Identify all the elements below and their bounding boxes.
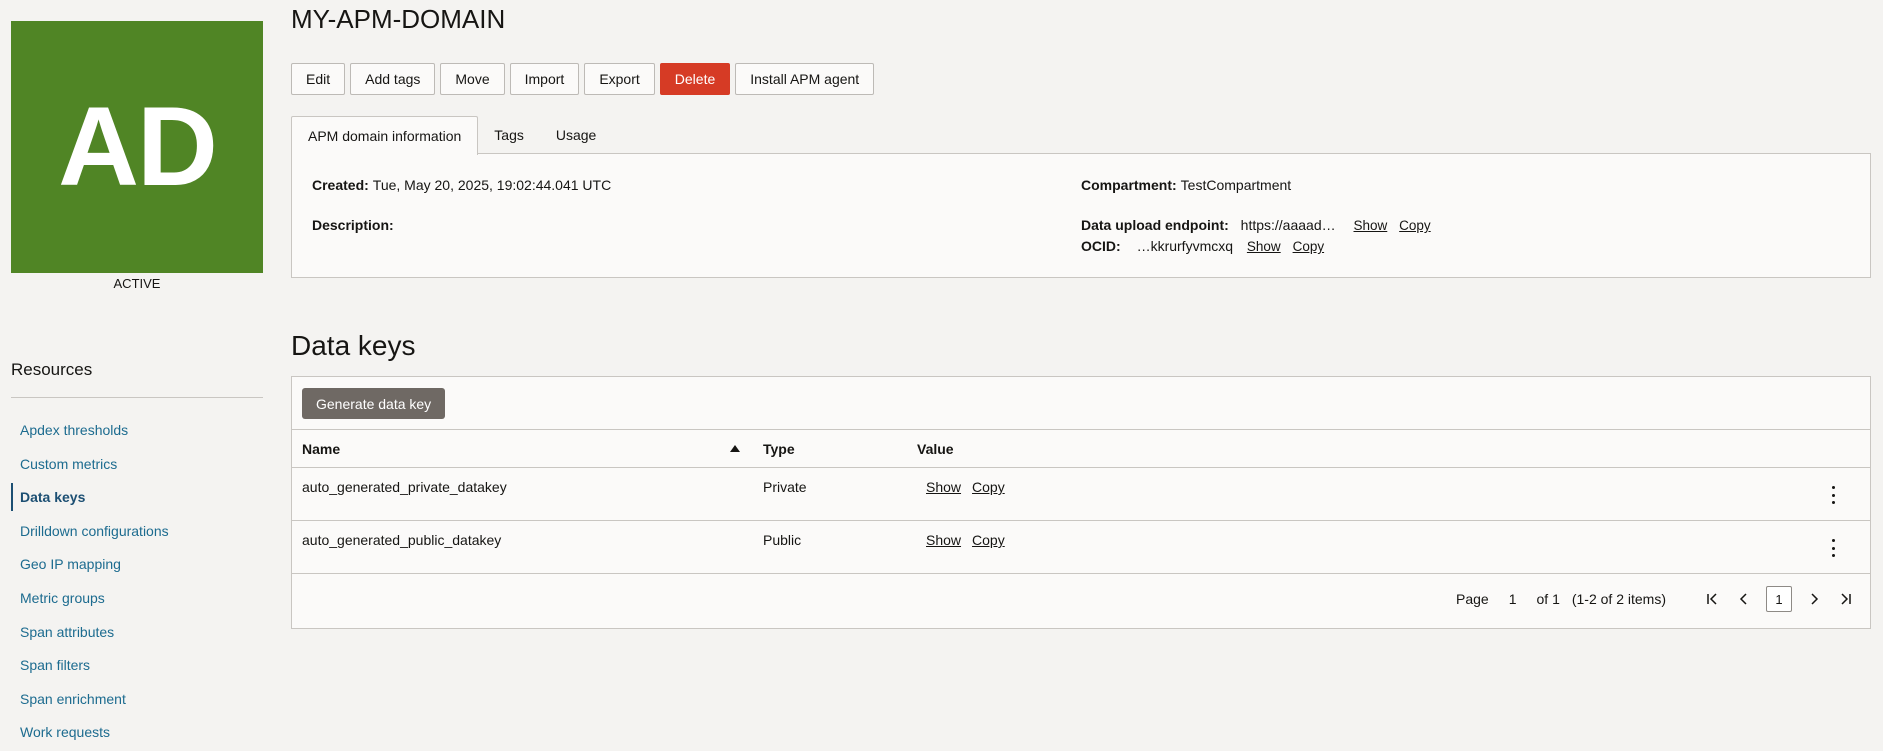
install-apm-agent-button[interactable]: Install APM agent xyxy=(735,63,875,95)
detail-tabs: APM domain information Tags Usage xyxy=(291,116,612,155)
endpoint-value: https://aaaad… xyxy=(1240,217,1336,233)
column-header-name[interactable]: Name xyxy=(302,441,340,457)
datakey-show-link[interactable]: Show xyxy=(926,532,961,548)
import-button[interactable]: Import xyxy=(509,63,580,95)
tab-usage[interactable]: Usage xyxy=(540,116,612,154)
datakey-value: Show Copy xyxy=(926,479,1016,495)
domain-info-panel: Created: Tue, May 20, 2025, 19:02:44.041 … xyxy=(291,153,1871,278)
resource-item-span-attributes[interactable]: Span attributes xyxy=(11,617,263,651)
previous-page-icon[interactable] xyxy=(1734,589,1754,609)
status-badge: ACTIVE xyxy=(113,276,161,291)
datakey-type: Private xyxy=(763,479,807,495)
description-field: Description: xyxy=(312,217,398,233)
resource-item-geo-ip-mapping[interactable]: Geo IP mapping xyxy=(11,549,263,583)
page-number: 1 xyxy=(1508,591,1517,607)
datakey-name: auto_generated_public_datakey xyxy=(302,532,502,548)
generate-data-key-button[interactable]: Generate data key xyxy=(302,388,446,419)
tab-apm-domain-information[interactable]: APM domain information xyxy=(291,116,479,155)
resources-divider xyxy=(11,397,263,398)
current-page-box[interactable]: 1 xyxy=(1766,586,1792,612)
column-header-type: Type xyxy=(763,441,795,457)
resource-item-custom-metrics[interactable]: Custom metrics xyxy=(11,449,263,483)
data-keys-heading: Data keys xyxy=(291,330,416,361)
resource-item-apdex-thresholds[interactable]: Apdex thresholds xyxy=(11,415,263,449)
resource-item-span-filters[interactable]: Span filters xyxy=(11,650,263,684)
next-page-icon[interactable] xyxy=(1804,589,1824,609)
items-count: (1-2 of 2 items) xyxy=(1571,591,1666,607)
created-field: Created: Tue, May 20, 2025, 19:02:44.041 … xyxy=(312,177,611,193)
row-actions-menu-icon[interactable] xyxy=(1827,539,1839,557)
add-tags-button[interactable]: Add tags xyxy=(350,63,436,95)
page-title: MY-APM-DOMAIN xyxy=(291,4,506,34)
ocid-label: OCID: xyxy=(1081,238,1121,254)
edit-button[interactable]: Edit xyxy=(291,63,346,95)
endpoint-show-link[interactable]: Show xyxy=(1354,218,1388,233)
resource-item-drilldown-configurations[interactable]: Drilldown configurations xyxy=(11,516,263,550)
last-page-icon[interactable] xyxy=(1836,589,1856,609)
avatar-initials: AD xyxy=(58,84,218,209)
table-row: auto_generated_public_datakey Public Sho… xyxy=(292,521,1870,574)
data-keys-panel: Generate data key Name Type Value auto_g… xyxy=(291,376,1871,629)
datakey-value: Show Copy xyxy=(926,532,1016,548)
resource-item-span-enrichment[interactable]: Span enrichment xyxy=(11,684,263,718)
resource-item-work-requests[interactable]: Work requests xyxy=(11,717,263,751)
ocid-show-link[interactable]: Show xyxy=(1247,239,1281,254)
datakey-show-link[interactable]: Show xyxy=(926,479,961,495)
resource-item-metric-groups[interactable]: Metric groups xyxy=(11,583,263,617)
ocid-value: …kkrurfyvmcxq xyxy=(1136,238,1234,254)
export-button[interactable]: Export xyxy=(584,63,655,95)
resources-nav: Apdex thresholds Custom metrics Data key… xyxy=(11,415,263,751)
domain-avatar: AD xyxy=(11,21,263,273)
data-keys-table: Name Type Value auto_generated_private_d… xyxy=(292,429,1870,574)
description-label: Description: xyxy=(312,217,394,233)
column-header-value: Value xyxy=(917,441,954,457)
compartment-label: Compartment: xyxy=(1081,177,1177,193)
resource-item-data-keys[interactable]: Data keys xyxy=(11,482,263,516)
datakey-copy-link[interactable]: Copy xyxy=(972,479,1005,495)
delete-button[interactable]: Delete xyxy=(659,63,731,95)
move-button[interactable]: Move xyxy=(440,63,505,95)
compartment-field: Compartment: TestCompartment xyxy=(1081,177,1291,193)
page-of-label: of 1 xyxy=(1536,591,1560,607)
datakey-type: Public xyxy=(763,532,802,548)
table-row: auto_generated_private_datakey Private S… xyxy=(292,468,1870,521)
compartment-value: TestCompartment xyxy=(1180,177,1292,193)
ocid-copy-link[interactable]: Copy xyxy=(1293,239,1325,254)
tab-tags[interactable]: Tags xyxy=(478,116,540,154)
datakey-copy-link[interactable]: Copy xyxy=(972,532,1005,548)
row-actions-menu-icon[interactable] xyxy=(1827,486,1839,504)
first-page-icon[interactable] xyxy=(1702,589,1722,609)
ocid-field: OCID: …kkrurfyvmcxq Show Copy xyxy=(1081,238,1324,254)
table-header: Name Type Value xyxy=(292,429,1870,468)
endpoint-label: Data upload endpoint: xyxy=(1081,217,1229,233)
sort-ascending-icon[interactable] xyxy=(730,445,740,452)
endpoint-copy-link[interactable]: Copy xyxy=(1399,218,1431,233)
resources-heading: Resources xyxy=(11,360,93,379)
page-label: Page xyxy=(1456,591,1489,607)
pagination: Page 1 of 1 (1-2 of 2 items) 1 xyxy=(1456,586,1856,612)
created-value: Tue, May 20, 2025, 19:02:44.041 UTC xyxy=(372,177,612,193)
action-toolbar: Edit Add tags Move Import Export Delete … xyxy=(291,63,875,95)
data-upload-endpoint-field: Data upload endpoint: https://aaaad… Sho… xyxy=(1081,217,1431,233)
created-label: Created: xyxy=(312,177,369,193)
datakey-name: auto_generated_private_datakey xyxy=(302,479,507,495)
